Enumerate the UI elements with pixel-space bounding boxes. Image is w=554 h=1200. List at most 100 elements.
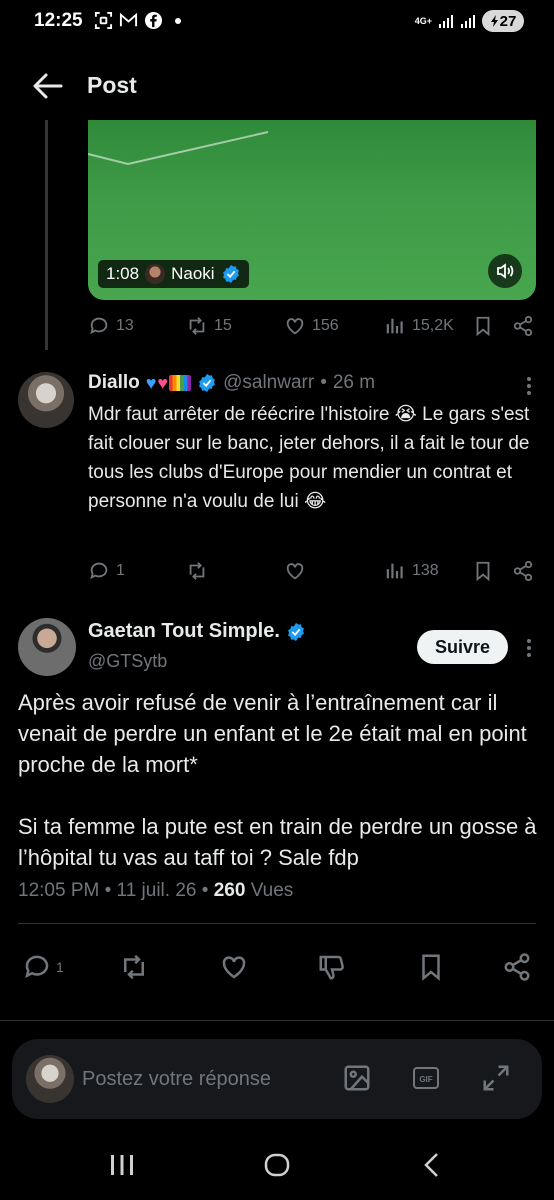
expand-icon[interactable] (481, 1063, 511, 1093)
main-author-name[interactable]: Gaetan Tout Simple. (88, 620, 280, 643)
reply-author-handle[interactable]: @salnwarr (223, 372, 314, 394)
reply-action[interactable]: 1 (88, 560, 125, 582)
status-notification-icons (94, 11, 181, 30)
chevron-left-icon (424, 1153, 438, 1177)
pitch-markings (88, 131, 269, 166)
views-action[interactable]: 138 (384, 560, 439, 582)
bookmark-icon (476, 561, 490, 582)
reply-composer: GIF (12, 1039, 542, 1119)
bookmark-action[interactable] (472, 315, 494, 337)
pink-heart-icon: ♥ (157, 372, 169, 393)
video-duration: 1:08 (106, 264, 140, 283)
like-action[interactable]: 156 (284, 315, 339, 337)
reply-icon (25, 955, 49, 979)
share-action[interactable] (512, 315, 534, 337)
screenshot-icon (94, 11, 113, 30)
like-count: 156 (312, 317, 339, 334)
views-chart-icon (386, 563, 403, 579)
top-app-bar: Post (0, 62, 554, 110)
signal-icon (439, 15, 453, 28)
post-time: 12:05 PM (18, 880, 100, 901)
share-icon (504, 953, 530, 981)
reply-count: 13 (116, 317, 134, 334)
reply-input[interactable] (82, 1063, 322, 1095)
signal-roaming-icon (461, 15, 475, 28)
share-icon (513, 315, 533, 337)
main-author-name-row: Gaetan Tout Simple. (88, 620, 306, 643)
bookmark-icon (422, 954, 440, 981)
share-action[interactable] (512, 560, 534, 582)
reply-author-avatar[interactable] (18, 372, 74, 428)
status-bar: 12:25 4G+ 27 (0, 0, 554, 44)
main-post-text: Après avoir refusé de venir à l’entraîne… (18, 690, 537, 870)
heart-icon (286, 318, 304, 335)
reply-timestamp: 26 m (332, 372, 376, 393)
home-button[interactable] (257, 1150, 297, 1180)
thread-connector-line (45, 120, 48, 350)
reply-action[interactable]: 1 (22, 952, 64, 982)
views-count: 138 (412, 562, 439, 579)
more-options-icon[interactable] (526, 376, 532, 396)
video-duration-badge: 1:08 Naoki (98, 260, 249, 288)
more-options-icon[interactable] (526, 638, 532, 658)
reply-author-name[interactable]: Diallo (88, 372, 140, 394)
reply-icon (90, 562, 108, 580)
reply-body-text: Mdr faut arrêter de réécrire l'histoire … (88, 404, 530, 512)
downvote-action[interactable] (317, 952, 347, 982)
more-notifications-dot (175, 17, 181, 24)
post-metadata: 12:05 PM • 11 juil. 26 • 260 Vues (18, 880, 293, 902)
rainbow-flag-icon (169, 375, 192, 391)
reply-count: 1 (56, 959, 64, 975)
share-icon (513, 560, 533, 582)
divider (0, 1020, 554, 1021)
heart-icon (286, 563, 304, 580)
reply-icon (90, 317, 108, 335)
views-count: 15,2K (412, 317, 454, 334)
like-action[interactable] (284, 560, 306, 582)
repost-icon (189, 317, 205, 335)
verified-badge-icon (287, 622, 304, 641)
quoted-post-actions: 13 15 156 15,2K (88, 315, 536, 341)
repost-action[interactable]: 15 (186, 315, 232, 337)
network-type: 4G+ (414, 15, 432, 26)
repost-icon (124, 954, 144, 980)
reply-count: 1 (116, 562, 125, 579)
battery-indicator: 27 (482, 10, 524, 32)
repost-count: 15 (214, 317, 232, 334)
bookmark-action[interactable] (416, 952, 446, 982)
battery-level: 27 (499, 12, 517, 30)
share-action[interactable] (502, 952, 532, 982)
like-action[interactable] (219, 952, 249, 982)
main-author-handle[interactable]: @GTSytb (88, 651, 167, 672)
svg-text:GIF: GIF (419, 1075, 432, 1084)
post-date: 11 juil. 26 (116, 880, 197, 901)
views-chart-icon (386, 318, 403, 334)
charging-bolt-icon (490, 15, 498, 27)
video-author: Naoki (171, 264, 215, 283)
back-arrow-icon[interactable] (32, 72, 64, 100)
repost-action[interactable] (186, 560, 208, 582)
bookmark-icon (476, 316, 490, 337)
image-icon[interactable] (342, 1063, 372, 1093)
gif-icon[interactable]: GIF (411, 1063, 441, 1093)
recent-apps-button[interactable] (102, 1150, 142, 1180)
speaker-muted-icon (497, 263, 514, 279)
system-back-button[interactable] (412, 1150, 452, 1180)
follow-button[interactable]: Suivre (416, 630, 508, 664)
bookmark-action[interactable] (472, 560, 494, 582)
video-player[interactable]: 1:08 Naoki (88, 120, 536, 300)
main-post-actions: 1 (0, 952, 554, 988)
main-author-avatar[interactable] (18, 618, 76, 676)
status-system-icons: 4G+ 27 (415, 10, 524, 32)
repost-icon (189, 562, 205, 580)
gmail-icon (119, 12, 138, 27)
repost-action[interactable] (119, 952, 149, 982)
author-avatar (145, 264, 166, 284)
post-views-label: Vues (250, 880, 294, 901)
reply-action[interactable]: 13 (88, 315, 134, 337)
system-navigation-bar (0, 1130, 554, 1200)
thumbs-down-icon (319, 955, 344, 980)
mute-toggle-button[interactable] (488, 254, 522, 288)
views-action[interactable]: 15,2K (384, 315, 454, 337)
page-title: Post (87, 72, 137, 98)
